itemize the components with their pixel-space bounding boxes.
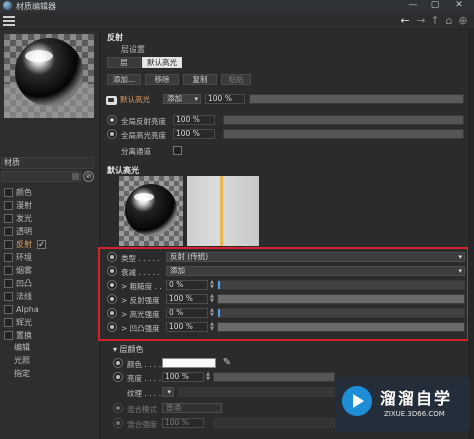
channel-color-checkbox[interactable] [4, 187, 13, 197]
channel-diffuse-checkbox[interactable] [4, 200, 13, 210]
minimize-button[interactable]: — [402, 0, 424, 12]
layer-color-swatch[interactable] [162, 358, 216, 368]
channel-displacement-checkbox[interactable] [4, 330, 13, 340]
channel-transparency-checkbox[interactable] [4, 226, 13, 236]
layer-percent-slider[interactable] [249, 94, 464, 104]
brightness-field[interactable]: 100 % [162, 372, 204, 382]
tab-layer[interactable]: 层 [107, 57, 141, 68]
close-button[interactable]: ✕ [448, 0, 470, 12]
up-arrow-icon[interactable]: ↑ [428, 14, 442, 28]
layer-visibility-icon[interactable] [106, 96, 117, 105]
tab-default-highlight[interactable]: 默认高光 [142, 57, 182, 68]
channel-environment-checkbox[interactable] [4, 252, 13, 262]
layer-color-label: 颜色 . . . . [127, 360, 162, 369]
channel-luminance[interactable]: 发光 [4, 212, 32, 224]
global-specular-radio[interactable] [107, 129, 117, 139]
global-specular-field[interactable]: 100 % [173, 129, 215, 139]
global-reflection-slider[interactable] [223, 115, 464, 125]
channel-glow-checkbox[interactable] [4, 317, 13, 327]
channel-reflectance-checkbox[interactable] [4, 239, 13, 249]
channel-color[interactable]: 颜色 [4, 186, 32, 198]
hamburger-menu-icon[interactable] [3, 15, 15, 27]
brightness-slider[interactable] [213, 372, 335, 382]
channel-diffuse[interactable]: 漫射 [4, 199, 32, 211]
layer-color-radio[interactable] [113, 358, 123, 368]
play-logo-icon [342, 386, 372, 416]
channel-reflectance[interactable]: 反射 ✓ [4, 238, 46, 250]
global-reflection-field[interactable]: 100 % [173, 115, 215, 125]
global-reflection-radio[interactable] [107, 115, 117, 125]
channel-fog[interactable]: 烟雾 [4, 264, 32, 276]
channel-normal-checkbox[interactable] [4, 291, 13, 301]
channel-glow[interactable]: 辉光 [4, 316, 32, 328]
global-specular-label: 全局高光亮度 [121, 131, 166, 140]
material-dropdown[interactable] [1, 171, 81, 182]
chevron-down-icon: ▾ [194, 95, 198, 103]
chevron-down-icon: ▾ [167, 388, 171, 396]
blend-strength-radio[interactable] [113, 418, 123, 428]
channel-bump[interactable]: 凹凸 [4, 277, 32, 289]
brightness-radio[interactable] [113, 372, 123, 382]
copy-layer-button[interactable]: 复制 [183, 74, 217, 85]
watermark-title: 溜溜自学 [380, 389, 453, 408]
sidebar-item-editor[interactable]: 编辑 [14, 342, 30, 354]
forward-arrow-icon[interactable]: → [414, 14, 428, 28]
toolbar: ← → ↑ ⌂ ⊕ [0, 12, 474, 30]
highlight-preview [119, 176, 183, 246]
channel-bump-checkbox[interactable] [4, 278, 13, 288]
sidebar-item-illumination[interactable]: 光照 [14, 355, 30, 367]
global-specular-slider[interactable] [223, 129, 464, 139]
restore-button[interactable]: ▢ [424, 0, 446, 12]
back-arrow-icon[interactable]: ← [398, 14, 412, 28]
lock-icon[interactable]: ⌂ [442, 14, 456, 28]
title-bar: 材质编辑器 — ▢ ✕ [0, 0, 474, 12]
material-name-field[interactable]: 材质 [1, 157, 94, 169]
channel-alpha-checkbox[interactable] [4, 304, 13, 314]
blend-mode-radio[interactable] [113, 403, 123, 413]
material-preview[interactable] [4, 34, 94, 118]
blend-mode-label: 混合模式 [127, 405, 157, 414]
channel-fog-checkbox[interactable] [4, 265, 13, 275]
layer-settings-label: 层设置 [121, 45, 145, 54]
channel-normal[interactable]: 法线 [4, 290, 32, 302]
eyedropper-icon[interactable]: ✎ [221, 357, 233, 369]
texture-slot[interactable] [178, 387, 335, 397]
channel-luminance-checkbox[interactable] [4, 213, 13, 223]
layer-mode-dropdown[interactable]: 添加 ▾ [163, 94, 201, 104]
remove-layer-button[interactable]: 移除 [145, 74, 179, 85]
channel-environment[interactable]: 环境 [4, 251, 32, 263]
channel-sidebar: 材质 ⊘ 颜色 漫射 发光 透明 反射 ✓ 环境 烟雾 凹凸 法线 Alpha 辉… [0, 30, 100, 439]
sidebar-item-assignment[interactable]: 指定 [14, 368, 30, 380]
new-window-icon[interactable]: ⊕ [456, 14, 470, 28]
texture-menu-button[interactable]: ▾ [162, 387, 174, 397]
layer-name[interactable]: 默认高光 [120, 94, 150, 105]
section-title-reflectance: 反射 [107, 33, 123, 42]
separate-pass-label: 分离通道 [121, 147, 151, 156]
brightness-label: 亮度 . . . . [127, 374, 162, 383]
material-link-icon[interactable]: ⊘ [83, 171, 94, 182]
highlight-falloff-gradient [187, 176, 259, 246]
channel-displacement[interactable]: 置换 [4, 329, 32, 341]
blend-strength-label: 混合强度 [127, 420, 157, 429]
watermark-badge: 溜溜自学 ZIXUE.3D66.COM [336, 377, 470, 432]
checkmark-icon[interactable]: ✓ [37, 239, 46, 249]
layer-percent-field[interactable]: 100 % [205, 94, 245, 104]
blend-strength-slider[interactable] [213, 418, 335, 428]
blend-strength-field[interactable]: 100 % [162, 418, 204, 428]
highlight-selection-box [98, 247, 469, 341]
window-title: 材质编辑器 [16, 1, 56, 11]
brightness-spinner-icon[interactable]: ▲ ▼ [205, 372, 211, 382]
add-layer-button[interactable]: 添加... [107, 74, 141, 85]
global-reflection-label: 全局反射亮度 [121, 117, 166, 126]
channel-transparency[interactable]: 透明 [4, 225, 32, 237]
paste-layer-button[interactable]: 粘贴 [221, 74, 251, 85]
layer-color-section-title[interactable]: ▾ 层颜色 [113, 344, 144, 355]
blend-mode-dropdown[interactable]: 普通 [162, 403, 222, 413]
texture-label: 纹理 . . . . [127, 389, 162, 398]
channel-alpha[interactable]: Alpha [4, 303, 39, 315]
watermark-url: ZIXUE.3D66.COM [384, 410, 445, 418]
cinema4d-app-icon [3, 1, 12, 10]
separate-pass-checkbox[interactable] [173, 146, 182, 155]
section-title-default-highlight: 默认高光 [107, 166, 139, 175]
